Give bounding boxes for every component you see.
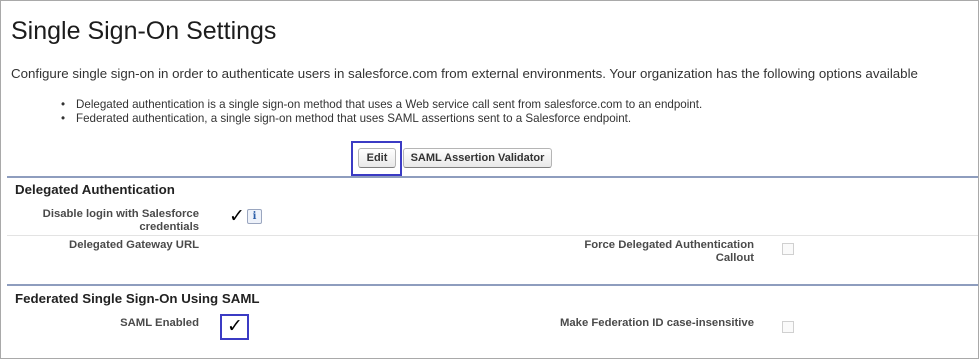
section-divider bbox=[7, 284, 978, 286]
federation-case-checkbox bbox=[782, 321, 794, 333]
options-list: Delegated authentication is a single sig… bbox=[61, 98, 702, 126]
force-callout-checkbox bbox=[782, 243, 794, 255]
saml-enabled-label: SAML Enabled bbox=[120, 317, 199, 329]
list-item: Federated authentication, a single sign-… bbox=[61, 112, 702, 126]
force-callout-label: Force Delegated Authentication Callout bbox=[584, 239, 754, 264]
info-icon[interactable]: i bbox=[247, 209, 262, 224]
federated-section-title: Federated Single Sign-On Using SAML bbox=[15, 291, 260, 306]
row-divider bbox=[7, 235, 978, 236]
edit-button-highlight bbox=[351, 141, 402, 176]
page-title: Single Sign-On Settings bbox=[11, 17, 277, 45]
saml-assertion-validator-button[interactable]: SAML Assertion Validator bbox=[403, 148, 552, 168]
federation-case-label: Make Federation ID case-insensitive bbox=[559, 317, 754, 329]
sso-settings-panel: Single Sign-On Settings Configure single… bbox=[0, 0, 979, 359]
delegated-section-title: Delegated Authentication bbox=[15, 182, 175, 197]
gateway-url-label: Delegated Gateway URL bbox=[69, 239, 199, 251]
list-item: Delegated authentication is a single sig… bbox=[61, 98, 702, 112]
disable-login-label: Disable login with Salesforce credential… bbox=[42, 208, 199, 233]
page-description: Configure single sign-on in order to aut… bbox=[11, 66, 918, 81]
section-divider bbox=[7, 176, 978, 178]
saml-enabled-highlight bbox=[220, 314, 249, 340]
disable-login-checkmark-icon: ✓ bbox=[229, 205, 245, 227]
